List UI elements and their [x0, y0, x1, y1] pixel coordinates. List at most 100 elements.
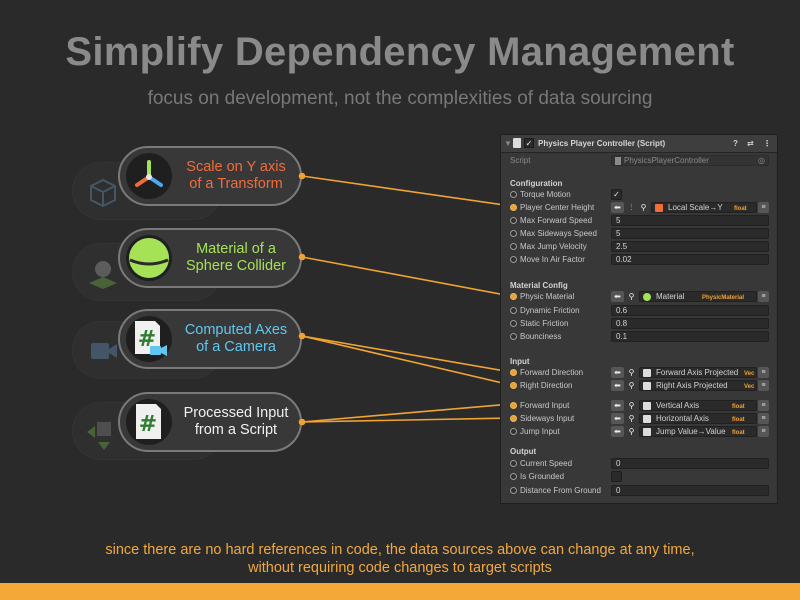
binding-dot-icon[interactable]: [510, 191, 517, 198]
script-row: Script PhysicsPlayerController ◎: [501, 154, 779, 167]
component-title: Physics Player Controller (Script): [538, 139, 666, 148]
max-jump-velocity-input[interactable]: 2.5: [611, 241, 769, 252]
is-grounded-checkbox[interactable]: [611, 471, 622, 482]
help-icon[interactable]: ?: [733, 139, 738, 148]
bound-source-field[interactable]: Vertical Axis float: [639, 400, 757, 411]
binding-dot-icon[interactable]: [510, 230, 517, 237]
binding-dot-active-icon[interactable]: [510, 402, 517, 409]
bind-arrow-button[interactable]: ⬅: [611, 291, 624, 302]
bound-source-field[interactable]: Jump Value→Value float: [639, 426, 757, 437]
callout-transform: Scale on Y axis of a Transform: [118, 146, 302, 206]
binding-dot-icon[interactable]: [510, 473, 517, 480]
search-icon[interactable]: ⚲: [625, 400, 638, 411]
bound-source-field[interactable]: Material PhysicMaterial: [639, 291, 757, 302]
row-menu-icon[interactable]: ≡: [758, 202, 769, 213]
row-torque-motion: Torque Motion ✓: [501, 188, 779, 201]
bind-arrow-button[interactable]: ⬅: [611, 426, 624, 437]
bind-arrow-button[interactable]: ⬅: [611, 400, 624, 411]
row-menu-icon[interactable]: ≡: [758, 367, 769, 378]
binding-dot-active-icon[interactable]: [510, 293, 517, 300]
bind-arrow-button[interactable]: ⬅: [611, 413, 624, 424]
collider-icon: [89, 261, 117, 289]
script-icon: #: [126, 399, 172, 445]
distance-from-ground-input[interactable]: 0: [611, 485, 769, 496]
preset-icon[interactable]: ⇄: [747, 139, 754, 148]
binding-dot-icon[interactable]: [510, 320, 517, 327]
binding-dot-icon[interactable]: [510, 428, 517, 435]
max-sideways-speed-input[interactable]: 5: [611, 228, 769, 239]
transform-axes-icon: [126, 153, 172, 199]
row-forward-direction: Forward Direction ⬅ ⚲ Forward Axis Proje…: [501, 366, 779, 379]
row-max-forward-speed: Max Forward Speed 5: [501, 214, 779, 227]
row-menu-icon[interactable]: ≡: [758, 413, 769, 424]
callout-collider-line2: Sphere Collider: [186, 258, 286, 274]
callout-transform-line1: Scale on Y axis: [186, 159, 286, 175]
bound-source-field[interactable]: Local Scale→Y float: [651, 202, 757, 213]
bound-source-field[interactable]: Horizontal Axis float: [639, 413, 757, 424]
callout-collider: Material of a Sphere Collider: [118, 228, 302, 288]
torque-motion-checkbox[interactable]: ✓: [611, 189, 622, 200]
row-menu-icon[interactable]: ≡: [758, 380, 769, 391]
binding-dot-active-icon[interactable]: [510, 369, 517, 376]
search-icon[interactable]: ⚲: [625, 426, 638, 437]
row-jump-input: Jump Input ⬅ ⚲ Jump Value→Value float ≡: [501, 425, 779, 438]
binding-dot-active-icon[interactable]: [510, 415, 517, 422]
callout-collider-line1: Material of a: [196, 241, 276, 257]
search-icon[interactable]: ⚲: [625, 291, 638, 302]
binding-dot-icon[interactable]: [510, 307, 517, 314]
search-icon[interactable]: ⚲: [625, 380, 638, 391]
binding-dot-icon[interactable]: [510, 333, 517, 340]
binding-dot-active-icon[interactable]: [510, 204, 517, 211]
move-in-air-factor-input[interactable]: 0.02: [611, 254, 769, 265]
binding-dot-icon[interactable]: [510, 217, 517, 224]
sphere-icon: [126, 235, 172, 281]
bind-arrow-button[interactable]: ⬅: [611, 367, 624, 378]
row-menu-icon[interactable]: ≡: [758, 291, 769, 302]
row-physic-material: Physic Material ⬅ ⚲ Material PhysicMater…: [501, 290, 779, 303]
script-value: PhysicsPlayerController: [624, 156, 709, 165]
object-picker-icon[interactable]: ◎: [758, 156, 765, 166]
row-move-in-air-factor: Move In Air Factor 0.02: [501, 253, 779, 266]
script-field[interactable]: PhysicsPlayerController ◎: [611, 155, 769, 166]
binding-dot-icon[interactable]: [510, 243, 517, 250]
binding-dot-icon[interactable]: [510, 256, 517, 263]
row-bounciness: Bounciness 0.1: [501, 330, 779, 343]
bind-arrow-button[interactable]: ⬅: [611, 380, 624, 391]
row-player-center-height: Player Center Height ⬅ ⫶ ⚲ Local Scale→Y…: [501, 201, 779, 214]
page-title: Simplify Dependency Management: [65, 30, 735, 74]
max-forward-speed-input[interactable]: 5: [611, 215, 769, 226]
input-arrows-icon: [87, 422, 111, 450]
row-menu-icon[interactable]: ≡: [758, 426, 769, 437]
bound-source-field[interactable]: Right Axis Projected Vec: [639, 380, 757, 391]
current-speed-input[interactable]: 0: [611, 458, 769, 469]
section-output: Output: [510, 447, 537, 456]
sphere-mini-icon: [643, 293, 651, 301]
bottom-accent-bar: [0, 583, 800, 600]
search-icon[interactable]: ⚲: [625, 367, 638, 378]
callout-transform-line2: of a Transform: [189, 176, 283, 192]
context-menu-icon[interactable]: ⋮: [763, 139, 771, 148]
foldout-arrow-icon[interactable]: ▼: [504, 139, 512, 148]
binding-dot-icon[interactable]: [510, 460, 517, 467]
script-mini-icon: [643, 402, 651, 410]
footer-line1: since there are no hard references in co…: [105, 542, 695, 558]
script-mini-icon: [643, 369, 651, 377]
binding-dot-icon[interactable]: [510, 487, 517, 494]
bind-arrow-button[interactable]: ⬅: [611, 202, 624, 213]
row-dynamic-friction: Dynamic Friction 0.6: [501, 304, 779, 317]
search-icon[interactable]: ⚲: [637, 202, 650, 213]
transform-mini-icon: [655, 204, 663, 212]
row-current-speed: Current Speed 0: [501, 457, 779, 470]
inspector-panel: ▼ ✓ Physics Player Controller (Script) ?…: [500, 134, 778, 504]
dynamic-friction-input[interactable]: 0.6: [611, 305, 769, 316]
static-friction-input[interactable]: 0.8: [611, 318, 769, 329]
section-material-config: Material Config: [510, 281, 568, 290]
component-enabled-checkbox[interactable]: ✓: [524, 138, 534, 148]
search-icon[interactable]: ⚲: [625, 413, 638, 424]
binding-dot-active-icon[interactable]: [510, 382, 517, 389]
row-menu-icon[interactable]: ≡: [758, 400, 769, 411]
component-header[interactable]: ▼ ✓ Physics Player Controller (Script) ?…: [501, 135, 777, 153]
bound-source-field[interactable]: Forward Axis Projected Vec: [639, 367, 757, 378]
bounciness-input[interactable]: 0.1: [611, 331, 769, 342]
row-forward-input: Forward Input ⬅ ⚲ Vertical Axis float ≡: [501, 399, 779, 412]
